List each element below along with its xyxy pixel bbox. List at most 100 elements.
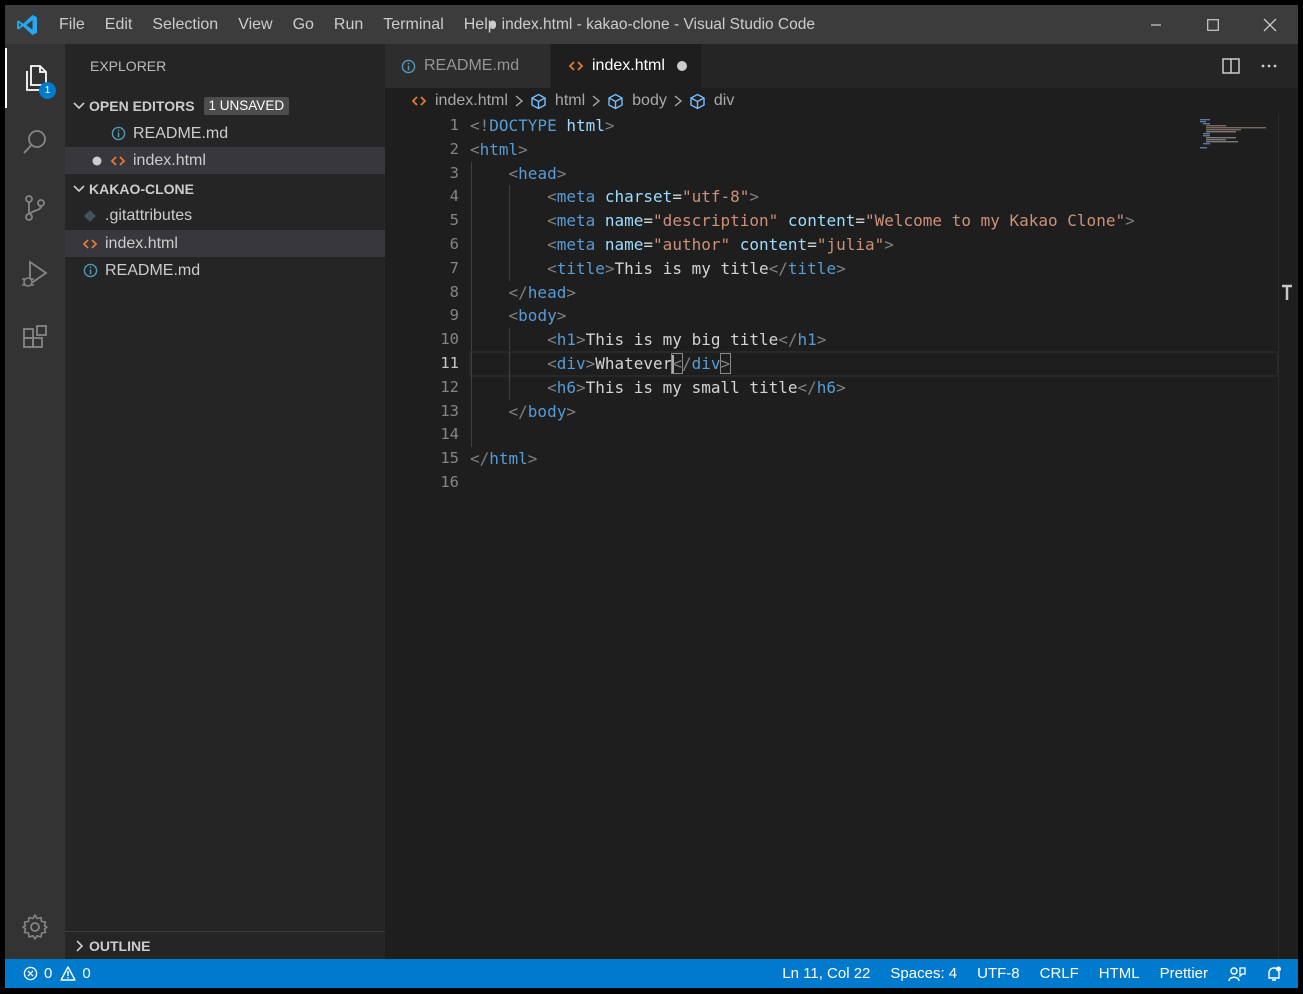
- menu-view[interactable]: View: [228, 5, 282, 44]
- code-line-12: <h6>This is my small title</h6>: [470, 375, 1278, 400]
- menu-bar: File Edit Selection View Go Run Terminal…: [49, 5, 507, 44]
- minimap[interactable]: [1200, 118, 1280, 158]
- feedback-icon: [1228, 966, 1246, 981]
- activity-explorer[interactable]: 1: [5, 48, 65, 108]
- search-icon: [23, 130, 46, 154]
- menu-run[interactable]: Run: [324, 5, 373, 44]
- maximize-button[interactable]: [1184, 5, 1241, 44]
- problems-indicator[interactable]: 0 0: [23, 959, 91, 988]
- tab-dirty-indicator[interactable]: [677, 61, 687, 71]
- run-debug-icon: [22, 260, 48, 287]
- minimize-icon: [1150, 23, 1161, 26]
- html-icon: [82, 238, 98, 249]
- code-editor[interactable]: 1 2 3 4 5 6 7 8 9 10 11 12 13 14 15 16 <…: [385, 114, 1298, 959]
- file-readme[interactable]: README.md: [65, 257, 385, 284]
- warning-icon: [60, 966, 77, 981]
- code-line-3: <head>: [470, 161, 1278, 186]
- line-number-current: 11: [440, 353, 459, 372]
- line-number-gutter: 1 2 3 4 5 6 7 8 9 10 11 12 13 14 15 16: [385, 114, 459, 495]
- file-index-html-label: index.html: [105, 234, 178, 252]
- tab-index-html[interactable]: index.html: [551, 44, 701, 88]
- explorer-badge: 1: [39, 82, 56, 99]
- open-editor-index[interactable]: index.html: [65, 147, 385, 174]
- language-mode[interactable]: HTML: [1099, 965, 1140, 982]
- open-editors-header[interactable]: OPEN EDITORS 1 UNSAVED: [65, 92, 385, 119]
- source-control-icon: [25, 195, 45, 221]
- activity-run-debug[interactable]: [5, 244, 65, 304]
- encoding[interactable]: UTF-8: [977, 965, 1020, 982]
- symbol-element-icon: [531, 93, 546, 109]
- editor-actions: [1222, 44, 1278, 88]
- file-gitattributes-label: .gitattributes: [105, 206, 193, 224]
- gear-icon: [22, 914, 48, 940]
- outline-label: OUTLINE: [89, 937, 151, 954]
- breadcrumb-file[interactable]: index.html: [411, 92, 508, 110]
- activity-extensions[interactable]: [5, 309, 65, 369]
- explorer-sidebar: EXPLORER OPEN EDITORS 1 UNSAVED README.m…: [65, 44, 385, 959]
- file-index-html[interactable]: index.html: [65, 230, 385, 257]
- more-actions-icon[interactable]: [1260, 57, 1278, 75]
- menu-file[interactable]: File: [49, 5, 95, 44]
- symbol-element-icon: [608, 93, 623, 109]
- notifications-button[interactable]: [1266, 966, 1282, 982]
- open-editor-readme-label: README.md: [133, 124, 229, 142]
- code-line-5: <meta name="description" content="Welcom…: [470, 209, 1278, 233]
- code-line-1: <!DOCTYPE html>: [470, 116, 615, 135]
- window-title-text: ● index.html - kakao-clone - Visual Stud…: [488, 16, 815, 33]
- code-line-14: [470, 423, 1278, 448]
- line-number: 10: [440, 330, 459, 349]
- code-lines[interactable]: <!DOCTYPE html> <html> <head> <meta char…: [469, 114, 1279, 495]
- line-number: 15: [440, 449, 459, 468]
- info-icon: [83, 263, 97, 278]
- chevron-right-icon: [592, 95, 601, 107]
- tab-readme[interactable]: README.md: [385, 44, 550, 88]
- line-number: 6: [449, 234, 459, 253]
- cursor-position[interactable]: Ln 11, Col 22: [782, 965, 870, 982]
- status-bar: 0 0 Ln 11, Col 22 Spaces: 4 UTF-8 CRLF H…: [5, 959, 1298, 988]
- menu-terminal[interactable]: Terminal: [373, 5, 453, 44]
- activity-search[interactable]: [5, 112, 65, 172]
- menu-edit[interactable]: Edit: [95, 5, 143, 44]
- vscode-logo-icon: [17, 15, 37, 35]
- line-number: 13: [440, 401, 459, 420]
- code-line-2: <html>: [470, 139, 528, 159]
- info-icon: [401, 59, 416, 73]
- activity-manage[interactable]: [5, 897, 65, 957]
- outline-header[interactable]: OUTLINE: [65, 932, 385, 959]
- breadcrumb-html[interactable]: html: [530, 92, 585, 110]
- menu-go[interactable]: Go: [283, 5, 324, 44]
- error-icon: [23, 966, 38, 981]
- chevron-right-icon: [515, 95, 524, 107]
- code-line-11-current: <div>Whatever</div>: [469, 350, 1279, 377]
- vertical-scrollbar[interactable]: [1278, 114, 1292, 959]
- feedback-button[interactable]: [1228, 966, 1246, 982]
- tab-bar: README.md index.html: [385, 44, 1298, 88]
- git-icon: [84, 209, 96, 222]
- end-of-line[interactable]: CRLF: [1040, 965, 1079, 982]
- breadcrumb-div[interactable]: div: [689, 92, 734, 110]
- window-controls: [1127, 5, 1298, 44]
- code-line-7: <title>This is my title</title>: [470, 256, 1278, 281]
- close-button[interactable]: [1241, 5, 1298, 44]
- open-editors-label: OPEN EDITORS: [89, 97, 195, 114]
- line-number: 1: [449, 116, 459, 134]
- breadcrumb-body[interactable]: body: [607, 92, 667, 110]
- text-cursor-marker-icon: [1282, 284, 1292, 300]
- close-icon: [1263, 18, 1276, 31]
- minimize-button[interactable]: [1127, 5, 1184, 44]
- activity-source-control[interactable]: [5, 178, 65, 238]
- line-number: 14: [440, 425, 459, 444]
- sidebar-title: EXPLORER: [90, 58, 167, 74]
- status-bar-right: Ln 11, Col 22 Spaces: 4 UTF-8 CRLF HTML …: [762, 959, 1282, 988]
- indentation[interactable]: Spaces: 4: [890, 965, 957, 982]
- split-editor-icon[interactable]: [1222, 57, 1240, 75]
- folder-label: KAKAO-CLONE: [89, 180, 194, 197]
- kakao-clone-folder-header[interactable]: KAKAO-CLONE: [65, 175, 385, 202]
- formatter[interactable]: Prettier: [1160, 965, 1208, 982]
- menu-selection[interactable]: Selection: [142, 5, 228, 44]
- open-editor-readme[interactable]: README.md: [65, 120, 385, 147]
- file-gitattributes[interactable]: .gitattributes: [65, 202, 385, 229]
- error-count: 0: [44, 965, 53, 982]
- breadcrumb-body-label: body: [632, 92, 667, 109]
